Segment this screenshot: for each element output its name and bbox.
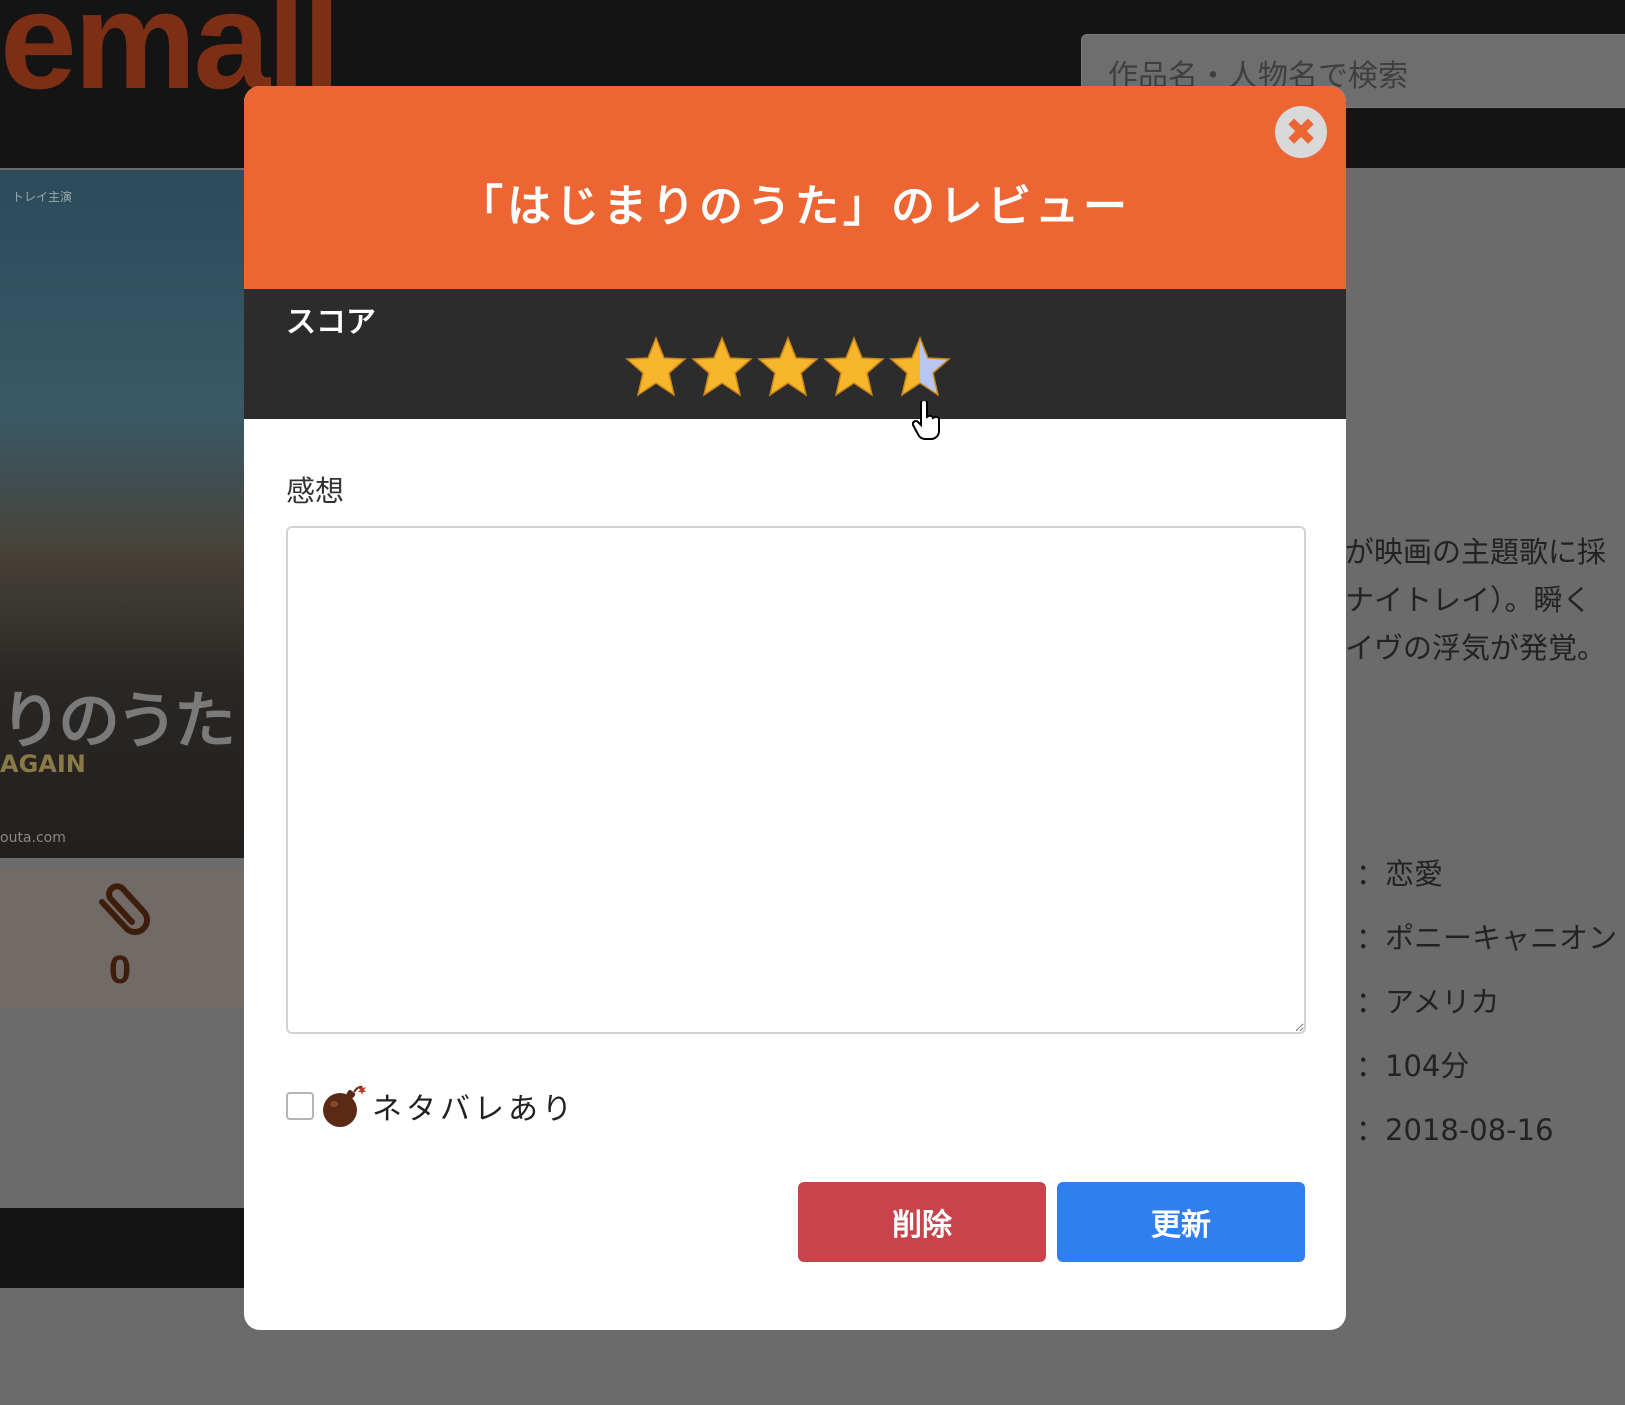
spoiler-label: ネタバレあり <box>372 1092 576 1127</box>
star-icon[interactable] <box>888 335 952 399</box>
close-button[interactable]: ✖ <box>1275 106 1327 158</box>
clip-counter[interactable]: 0 <box>0 868 245 1008</box>
impression-label: 感想 <box>286 474 345 508</box>
hand-pointer-icon <box>912 401 940 440</box>
paperclip-icon <box>99 883 151 936</box>
update-button[interactable]: 更新 <box>1057 1182 1305 1262</box>
score-section: スコア <box>244 289 1346 440</box>
description-line: ナイトレイ）。瞬く <box>1345 583 1592 617</box>
poster-caption: トレイ主演 <box>12 190 73 204</box>
star-icon[interactable] <box>822 335 886 399</box>
modal-title: 「はじまりのうた」のレビュー <box>459 181 1131 232</box>
spoiler-checkbox[interactable] <box>286 1092 314 1120</box>
description-line: が映画の主題歌に採 <box>1345 535 1607 569</box>
movie-description: が映画の主題歌に採 ナイトレイ）。瞬く イヴの浮気が発覚。 <box>1345 528 1625 672</box>
star-icon[interactable] <box>756 335 820 399</box>
star-icon[interactable] <box>624 335 688 399</box>
poster-url: outa.com <box>0 830 66 846</box>
description-line: イヴの浮気が発覚。 <box>1345 631 1607 665</box>
meta-runtime: ：104分 <box>1356 1049 1470 1083</box>
bomb-icon <box>323 1085 366 1127</box>
meta-genre: ：恋愛 <box>1356 857 1444 891</box>
footer-bar <box>0 1208 245 1288</box>
movie-poster: トレイ主演 りのうた AGAIN outa.com <box>0 170 245 858</box>
review-modal: 「はじまりのうた」のレビュー ✖ スコア 感想 ネタバレあり 削除 更新 <box>244 86 1346 1330</box>
star-rating[interactable] <box>624 335 984 407</box>
impression-textarea[interactable] <box>286 526 1306 1034</box>
poster-title: りのうた <box>0 684 236 757</box>
meta-release-date: ：2018-08-16 <box>1356 1113 1554 1147</box>
movie-meta: ：恋愛 ：ポニーキャニオン ：アメリカ ：104分 ：2018-08-16 <box>1356 842 1617 1162</box>
star-icon[interactable] <box>690 335 754 399</box>
meta-country: ：アメリカ <box>1356 985 1500 1019</box>
modal-header: 「はじまりのうた」のレビュー ✖ <box>244 86 1346 289</box>
delete-button[interactable]: 削除 <box>798 1182 1046 1262</box>
score-label: スコア <box>286 305 376 340</box>
close-icon: ✖ <box>1285 110 1317 154</box>
poster-subtitle: AGAIN <box>0 750 86 778</box>
meta-distributor: ：ポニーキャニオン <box>1356 921 1618 955</box>
clip-count: 0 <box>108 948 132 992</box>
